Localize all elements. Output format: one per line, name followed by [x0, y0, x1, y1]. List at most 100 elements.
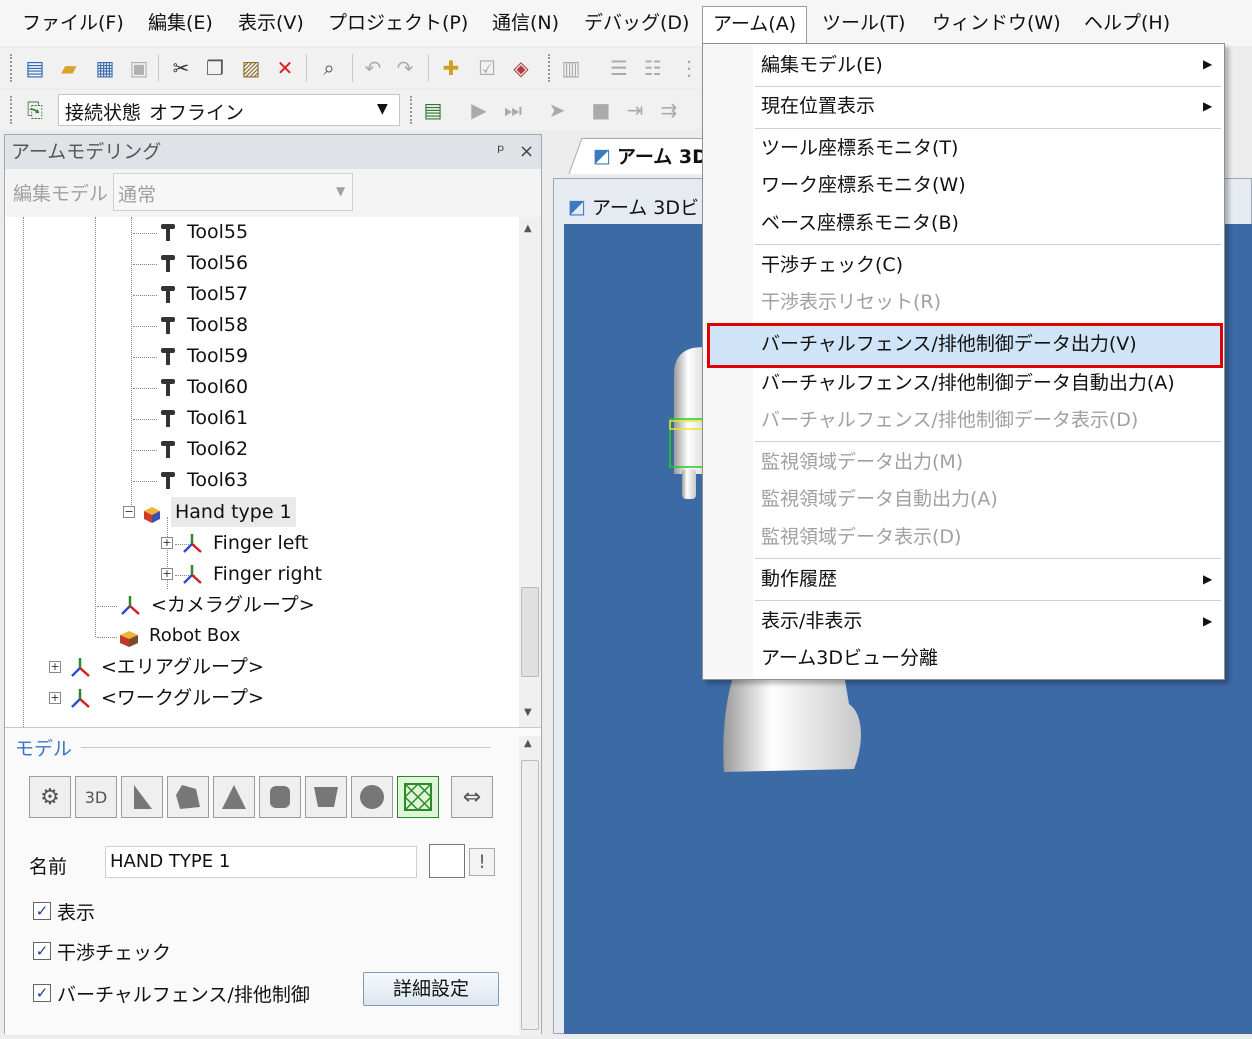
tree-item-tool57[interactable]: Tool57 — [159, 279, 248, 309]
tree-item-tool61[interactable]: Tool61 — [159, 403, 248, 433]
prism-shape-button[interactable] — [121, 776, 163, 818]
pin-icon[interactable]: ᵖ — [497, 135, 505, 169]
scrollbar-thumb[interactable] — [521, 587, 539, 677]
stop-icon[interactable]: ■ — [588, 97, 614, 123]
detail-settings-button[interactable]: 詳細設定 — [363, 972, 499, 1006]
menu-view[interactable]: 表示(V) — [228, 6, 314, 40]
comment-icon[interactable]: ⋮ — [676, 55, 702, 81]
color-swatch[interactable] — [429, 844, 465, 878]
expand-icon[interactable]: + — [49, 661, 61, 673]
menu-item-monitor-area-output[interactable]: 監視領域データ出力(M) — [761, 445, 963, 479]
find-icon[interactable]: ⌕ — [316, 55, 342, 81]
menu-edit[interactable]: 編集(E) — [138, 6, 223, 40]
menu-item-virtual-fence-output[interactable]: バーチャルフェンス/排他制御データ出力(V) — [761, 327, 1137, 361]
collision-checkbox[interactable]: ✓ — [33, 942, 51, 960]
menu-item-motion-history[interactable]: 動作履歴 — [761, 562, 837, 596]
toolbar-grip[interactable] — [548, 54, 552, 82]
layout-icon[interactable]: ▥ — [558, 55, 584, 81]
expand-icon[interactable]: + — [161, 537, 173, 549]
arrow-shape-button[interactable]: ⇔ — [451, 776, 493, 818]
tree-item-camera-group[interactable]: <カメラグループ> — [119, 590, 315, 620]
save-all-icon[interactable]: ▦ — [92, 55, 118, 81]
download-icon[interactable]: ▤ — [420, 97, 446, 123]
cup-shape-button[interactable] — [305, 776, 347, 818]
build-icon[interactable]: ◈ — [508, 55, 534, 81]
box-shape-button[interactable] — [397, 776, 439, 818]
tree-item-tool58[interactable]: Tool58 — [159, 310, 248, 340]
new-file-icon[interactable]: ▤ — [22, 55, 48, 81]
step-in-icon[interactable]: ⇥ — [622, 97, 648, 123]
menu-file[interactable]: ファイル(F) — [12, 6, 134, 40]
toolbar-grip[interactable] — [10, 54, 14, 82]
menu-item-work-coord-monitor[interactable]: ワーク座標系モニタ(W) — [761, 168, 966, 202]
menu-communication[interactable]: 通信(N) — [482, 6, 569, 40]
tree-item-robot-box[interactable]: Robot Box — [119, 621, 240, 651]
scroll-down-icon[interactable]: ▼ — [524, 707, 532, 718]
tab-arm-3d[interactable]: ◩ アーム 3D — [593, 142, 708, 169]
tree-item-tool63[interactable]: Tool63 — [159, 465, 248, 495]
menu-window[interactable]: ウィンドウ(W) — [922, 6, 1071, 40]
tree-item-tool59[interactable]: Tool59 — [159, 341, 248, 371]
cylinder-shape-button[interactable] — [259, 776, 301, 818]
close-icon[interactable]: × — [519, 135, 534, 169]
menu-arm[interactable]: アーム(A) — [702, 6, 808, 46]
tree-item-finger-right[interactable]: + Finger right — [161, 559, 322, 589]
toolbar-grip[interactable] — [410, 96, 414, 124]
menu-item-collision-reset[interactable]: 干渉表示リセット(R) — [761, 285, 941, 319]
menu-item-monitor-area-display[interactable]: 監視領域データ表示(D) — [761, 520, 961, 554]
toolbar-grip[interactable] — [10, 96, 14, 124]
chevron-down-icon[interactable]: ▼ — [377, 101, 388, 117]
tree-item-tool60[interactable]: Tool60 — [159, 372, 248, 402]
step-icon[interactable]: ⏭ — [500, 97, 526, 123]
paste-icon[interactable]: ▨ — [238, 55, 264, 81]
expand-icon[interactable]: + — [161, 568, 173, 580]
save-icon[interactable]: ▣ — [126, 55, 152, 81]
outdent-icon[interactable]: ☷ — [640, 55, 666, 81]
menu-item-virtual-fence-auto-output[interactable]: バーチャルフェンス/排他制御データ自動出力(A) — [761, 366, 1175, 400]
scrollbar-thumb[interactable] — [521, 760, 539, 1030]
step-over-icon[interactable]: ⇉ — [656, 97, 682, 123]
delete-icon[interactable]: ✕ — [272, 55, 298, 81]
menu-item-collision-check[interactable]: 干渉チェック(C) — [761, 248, 903, 282]
redo-icon[interactable]: ↷ — [392, 55, 418, 81]
menu-item-show-hide[interactable]: 表示/非表示 — [761, 604, 862, 638]
menu-project[interactable]: プロジェクト(P) — [318, 6, 478, 40]
tree-item-area-group[interactable]: + <エリアグループ> — [49, 652, 264, 682]
menu-item-edit-model[interactable]: 編集モデル(E) — [761, 48, 883, 82]
tree-item-tool62[interactable]: Tool62 — [159, 434, 248, 464]
menu-help[interactable]: ヘルプ(H) — [1074, 6, 1180, 40]
menu-debug[interactable]: デバッグ(D) — [574, 6, 699, 40]
copy-icon[interactable]: ❐ — [202, 55, 228, 81]
scroll-up-icon[interactable]: ▲ — [524, 738, 532, 749]
cut-icon[interactable]: ✂ — [168, 55, 194, 81]
undo-icon[interactable]: ↶ — [360, 55, 386, 81]
virtual-fence-checkbox[interactable]: ✓ — [33, 984, 51, 1002]
properties-scrollbar[interactable]: ▲ — [519, 736, 541, 1036]
connection-combo[interactable]: 接続状態 オフライン ▼ — [58, 94, 400, 126]
cone-shape-button[interactable] — [213, 776, 255, 818]
display-checkbox[interactable]: ✓ — [33, 902, 51, 920]
tree-item-finger-left[interactable]: + Finger left — [161, 528, 308, 558]
menu-item-tool-coord-monitor[interactable]: ツール座標系モニタ(T) — [761, 131, 958, 165]
name-field[interactable]: HAND TYPE 1 — [105, 846, 417, 878]
expand-icon[interactable]: + — [49, 692, 61, 704]
warning-icon[interactable]: ! — [469, 848, 495, 876]
connect-icon[interactable]: ⎘ — [22, 97, 48, 123]
menu-item-monitor-area-auto-output[interactable]: 監視領域データ自動出力(A) — [761, 482, 998, 516]
scroll-up-icon[interactable]: ▲ — [524, 223, 532, 234]
collapse-icon[interactable]: − — [123, 506, 135, 518]
tree-item-hand-type-1[interactable]: − Hand type 1 — [123, 497, 296, 527]
add-item-icon[interactable]: ✚ — [438, 55, 464, 81]
tree-scrollbar[interactable]: ▲ ▼ — [519, 217, 541, 727]
open-folder-icon[interactable]: ▰ — [56, 55, 82, 81]
robot-shape-button[interactable]: ⚙ — [29, 776, 71, 818]
play-icon[interactable]: ▶ — [466, 97, 492, 123]
edit-model-select[interactable]: 通常 ▼ — [113, 173, 353, 211]
tree-item-tool56[interactable]: Tool56 — [159, 248, 248, 278]
indent-icon[interactable]: ☰ — [606, 55, 632, 81]
menu-item-virtual-fence-display[interactable]: バーチャルフェンス/排他制御データ表示(D) — [761, 403, 1138, 437]
menu-item-current-position[interactable]: 現在位置表示 — [761, 89, 875, 123]
menu-item-base-coord-monitor[interactable]: ベース座標系モニタ(B) — [761, 206, 959, 240]
3d-model-button[interactable]: 3D — [75, 776, 117, 818]
tree-item-work-group[interactable]: + <ワークグループ> — [49, 683, 264, 713]
